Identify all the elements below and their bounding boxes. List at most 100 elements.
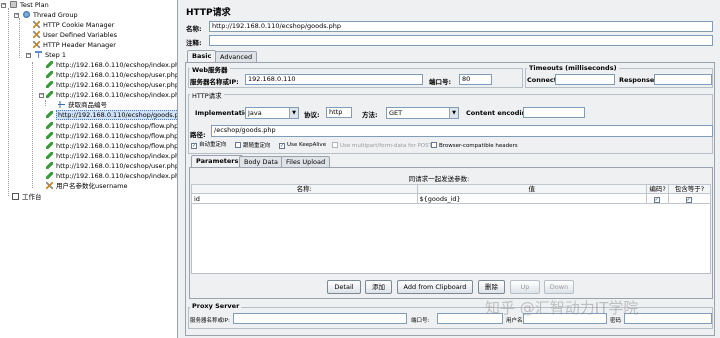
checkbox-box (431, 142, 437, 148)
tree-item-step-1[interactable]: Step 1 (35, 50, 66, 60)
method-select[interactable]: GET ▼ (386, 107, 459, 119)
tree-item-label: http://192.168.0.110/ecshop/index.php (56, 61, 178, 69)
sampler-icon (46, 162, 53, 169)
checkbox-box (235, 142, 241, 148)
tree-item-user-defined-variables[interactable]: User Defined Variables (33, 30, 117, 40)
connect-field[interactable] (555, 74, 615, 85)
implementation-value: Java (248, 109, 262, 117)
param-include-equals-cell[interactable]: ✓ (668, 193, 711, 204)
sampler-icon (46, 71, 53, 78)
tree-item-sampler[interactable]: http://192.168.0.110/ecshop/flow.php (46, 121, 177, 131)
tab-basic[interactable]: Basic (187, 50, 217, 62)
tree-item-label: http://192.168.0.110/ecshop/flow.php (56, 132, 178, 140)
browser-headers-checkbox[interactable]: Browser-compatible headers (431, 142, 518, 150)
add-button[interactable]: 添加 (365, 280, 392, 294)
server-label: 服务器名称或IP: (190, 78, 239, 86)
tree-item-username-csv[interactable]: 用户名参数化username (46, 181, 128, 191)
tree-item-sampler[interactable]: http://192.168.0.110/ecshop/index.php (46, 60, 178, 70)
wrench-icon (46, 182, 53, 189)
table-header-row: 名称: 值 编码? 包含等于? (191, 184, 711, 194)
tree-item-sampler[interactable]: http://192.168.0.110/ecshop/index.php (46, 171, 177, 181)
add-from-clipboard-button[interactable]: Add from Clipboard (397, 280, 473, 294)
content-encoding-field[interactable] (523, 107, 585, 118)
implementation-select[interactable]: Java ▼ (245, 107, 299, 119)
expand-toggle[interactable]: − (26, 53, 31, 58)
tree-item-label: Thread Group (33, 11, 78, 19)
http-request-title: HTTP请求 (190, 90, 224, 100)
sampler-icon (46, 132, 53, 139)
down-button[interactable]: Down (544, 280, 574, 294)
multipart-checkbox[interactable]: Use multipart/form-data for POST (332, 142, 432, 150)
follow-redirects-checkbox[interactable]: 跟随重定向 (235, 142, 271, 150)
server-field[interactable]: 192.168.0.110 (245, 74, 423, 85)
tree-item-label: 工作台 (22, 193, 42, 201)
chevron-down-icon: ▼ (289, 108, 298, 118)
tree-item-label: http://192.168.0.110/ecshop/user.php (56, 81, 178, 89)
tree-item-sampler[interactable]: http://192.168.0.110/ecshop/flow.php (46, 131, 178, 141)
checkbox-box: ✓ (279, 143, 285, 149)
thread-group-icon (23, 11, 30, 18)
test-plan-tree[interactable]: − Test Plan − Thread Group HTTP Cookie M… (0, 0, 178, 338)
port-label: 端口号: (429, 78, 452, 86)
keepalive-checkbox[interactable]: ✓ Use KeepAlive (279, 142, 326, 149)
checkbox-box: ✓ (191, 143, 197, 149)
tree-item-label: Step 1 (45, 51, 67, 59)
tree-item-sampler[interactable]: http://192.168.0.110/ecshop/index.php (46, 90, 177, 100)
tree-item-test-plan[interactable]: Test Plan (10, 0, 49, 10)
auto-redirect-checkbox[interactable]: ✓ 自动重定向 (191, 142, 227, 149)
tree-item-workbench[interactable]: 工作台 (12, 192, 42, 202)
detail-button[interactable]: Detail (327, 280, 361, 294)
tree-item-sampler[interactable]: http://192.168.0.110/ecshop/user.php (46, 70, 177, 80)
checkbox-label: 跟随重定向 (243, 143, 271, 149)
expand-toggle[interactable]: − (14, 13, 19, 18)
tree-item-thread-group[interactable]: Thread Group (23, 10, 78, 20)
sampler-icon (46, 142, 53, 149)
expand-toggle[interactable]: − (1, 3, 6, 8)
test-plan-icon (10, 1, 17, 8)
tree-item-extractor[interactable]: 获取商品编号 (58, 100, 107, 110)
column-header-name[interactable]: 名称: (191, 184, 418, 194)
tab-parameters[interactable]: Parameters (191, 155, 244, 167)
path-field[interactable]: /ecshop/goods.php (211, 125, 713, 137)
response-field[interactable] (654, 74, 712, 85)
sampler-icon (46, 111, 53, 118)
tree-item-label: 获取商品编号 (68, 101, 107, 109)
up-button[interactable]: Up (510, 280, 540, 294)
name-field[interactable]: http://192.168.0.110/ecshop/goods.php (209, 21, 713, 32)
param-name-cell[interactable]: id (191, 193, 418, 204)
tree-item-sampler[interactable]: http://192.168.0.110/ecshop/index.php (46, 151, 177, 161)
proxy-server-title: Proxy Server (190, 302, 242, 310)
column-header-include-equals[interactable]: 包含等于? (668, 184, 711, 194)
tree-item-sampler-selected[interactable]: http://192.168.0.110/ecshop/goods.php (46, 110, 177, 120)
tab-body-data[interactable]: Body Data (239, 156, 283, 167)
checkbox-label: 自动重定向 (199, 142, 227, 148)
column-header-value[interactable]: 值 (416, 184, 648, 194)
comment-field[interactable] (209, 35, 713, 46)
delete-button[interactable]: 删除 (478, 280, 505, 294)
chevron-down-icon: ▼ (449, 108, 458, 118)
tree-item-label: HTTP Cookie Manager (43, 21, 115, 29)
tree-item-sampler[interactable]: http://192.168.0.110/ecshop/flow.php (46, 141, 177, 151)
wrench-icon (33, 41, 40, 48)
tab-files-upload[interactable]: Files Upload (281, 156, 331, 167)
tree-item-sampler[interactable]: http://192.168.0.110/ecshop/user.php (46, 161, 177, 171)
table-row[interactable]: id ${goods_id} ✓ ✓ (191, 193, 711, 204)
web-server-title: Web服务器 (190, 64, 230, 74)
param-encode-cell[interactable]: ✓ (646, 193, 670, 204)
column-header-encode[interactable]: 编码? (646, 184, 670, 194)
tree-item-header-manager[interactable]: HTTP Header Manager (33, 40, 116, 50)
tree-item-label: http://192.168.0.110/ecshop/goods.php (56, 110, 177, 120)
http-request-panel: HTTP请求 名称: http://192.168.0.110/ecshop/g… (179, 0, 720, 338)
tree-item-cookie-manager[interactable]: HTTP Cookie Manager (33, 20, 114, 30)
expand-toggle[interactable]: − (39, 93, 44, 98)
tab-advanced[interactable]: Advanced (215, 51, 258, 62)
param-value-cell[interactable]: ${goods_id} (416, 193, 648, 204)
tree-guide-line (19, 18, 20, 58)
checkbox-box (332, 142, 338, 148)
proxy-server-field[interactable] (233, 313, 407, 324)
protocol-field[interactable]: http (326, 107, 352, 118)
port-field[interactable]: 80 (459, 74, 492, 85)
sampler-icon (46, 81, 53, 88)
wrench-icon (33, 21, 40, 28)
tree-item-sampler[interactable]: http://192.168.0.110/ecshop/user.php (46, 80, 178, 90)
